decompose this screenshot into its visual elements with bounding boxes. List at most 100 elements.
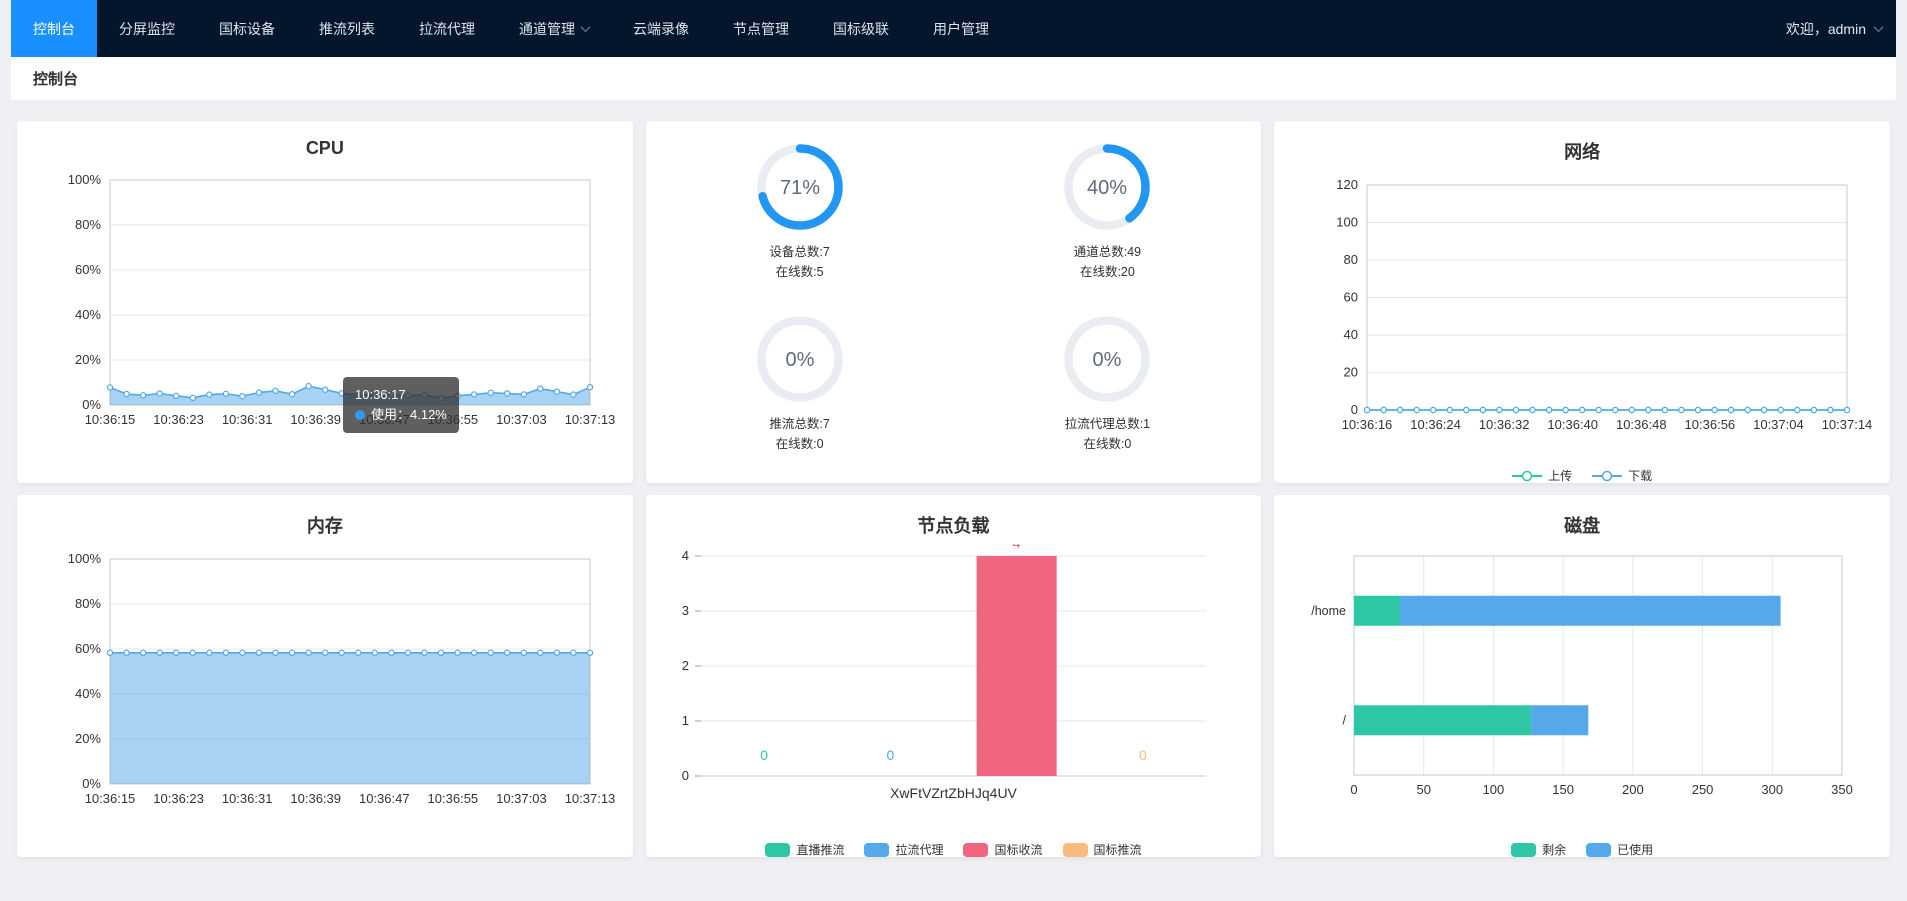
legend-item[interactable]: 下载 xyxy=(1592,467,1652,483)
nav-item-label: 推流列表 xyxy=(319,19,375,39)
svg-text:0: 0 xyxy=(887,747,895,763)
svg-text:10:36:31: 10:36:31 xyxy=(222,791,273,806)
svg-text:4: 4 xyxy=(682,548,689,563)
svg-text:60: 60 xyxy=(1344,290,1358,305)
cpu-title: CPU xyxy=(17,121,633,159)
svg-text:120: 120 xyxy=(1336,177,1358,192)
gauge-2: 40%通道总数:49在线数:20 xyxy=(953,133,1261,305)
nav-item-5[interactable]: 拉流代理 xyxy=(397,0,497,57)
cpu-chart[interactable]: 0%20%40%60%80%100%10:36:1510:36:2310:36:… xyxy=(25,165,625,460)
svg-text:100%: 100% xyxy=(68,172,102,187)
svg-text:10:36:40: 10:36:40 xyxy=(1548,417,1599,432)
page-title: 控制台 xyxy=(33,68,78,89)
legend-swatch-icon xyxy=(864,843,889,857)
svg-text:10:36:47: 10:36:47 xyxy=(359,791,410,806)
network-chart[interactable]: 02040608010012010:36:1610:36:2410:36:321… xyxy=(1282,170,1882,455)
svg-text:150: 150 xyxy=(1552,782,1574,797)
nav-item-10[interactable]: 用户管理 xyxy=(911,0,1011,57)
svg-text:0%: 0% xyxy=(1093,349,1122,371)
svg-text:100: 100 xyxy=(1336,215,1358,230)
disk-legend: 剩余 已使用 xyxy=(1274,841,1890,857)
legend-swatch-icon xyxy=(765,843,790,857)
disk-chart[interactable]: 050100150200250300350/home/ xyxy=(1282,544,1882,829)
gauge-caption: 拉流代理总数:1在线数:0 xyxy=(1065,414,1150,454)
gauge-3: 0% 推流总数:7在线数:0 xyxy=(646,305,954,477)
legend-item[interactable]: 国标收流 xyxy=(963,841,1042,857)
svg-text:10:36:47: 10:36:47 xyxy=(359,412,410,427)
gauge-caption-line: 在线数:0 xyxy=(769,434,829,454)
svg-text:40%: 40% xyxy=(75,686,101,701)
nav-item-label: 控制台 xyxy=(33,19,75,39)
nav-item-9[interactable]: 国标级联 xyxy=(811,0,911,57)
nav-item-label: 用户管理 xyxy=(933,19,989,39)
svg-text:20%: 20% xyxy=(75,731,101,746)
nav-item-6[interactable]: 通道管理 xyxy=(497,0,611,57)
nav-item-4[interactable]: 推流列表 xyxy=(297,0,397,57)
legend-swatch-icon xyxy=(963,843,988,857)
legend-label: 国标收流 xyxy=(994,841,1042,857)
svg-text:3: 3 xyxy=(682,603,689,618)
nav-item-8[interactable]: 节点管理 xyxy=(711,0,811,57)
svg-text:40%: 40% xyxy=(75,307,101,322)
gauge-grid: 71%设备总数:7在线数:540%通道总数:49在线数:20 0% 推流总数:7在线… xyxy=(646,121,1262,483)
svg-text:10:37:04: 10:37:04 xyxy=(1753,417,1804,432)
nav-item-2[interactable]: 分屏监控 xyxy=(97,0,197,57)
svg-text:71%: 71% xyxy=(780,177,820,199)
gauge-ring-icon: 0% xyxy=(1061,313,1153,405)
svg-text:60%: 60% xyxy=(75,641,101,656)
legend-item[interactable]: 上传 xyxy=(1512,467,1572,483)
svg-text:20%: 20% xyxy=(75,352,101,367)
nav-spacer xyxy=(1011,0,1772,57)
breadcrumb: 控制台 xyxy=(11,57,1896,100)
nav-item-label: 分屏监控 xyxy=(119,19,175,39)
legend-item[interactable]: 剩余 xyxy=(1511,841,1566,857)
legend-item[interactable]: 国标推流 xyxy=(1063,841,1142,857)
nodeload-panel: 节点负载 012340040XwFtVZrtZbHJq4UV 直播推流拉流代理国… xyxy=(646,495,1262,857)
svg-text:XwFtVZrtZbHJq4UV: XwFtVZrtZbHJq4UV xyxy=(891,785,1018,801)
legend-line-icon xyxy=(1592,469,1622,483)
nodeload-chart[interactable]: 012340040XwFtVZrtZbHJq4UV xyxy=(653,544,1253,829)
svg-text:10:36:15: 10:36:15 xyxy=(85,791,136,806)
legend-item[interactable]: 已使用 xyxy=(1586,841,1653,857)
legend-item[interactable]: 直播推流 xyxy=(765,841,844,857)
svg-text:10:36:55: 10:36:55 xyxy=(427,412,478,427)
svg-text:10:36:23: 10:36:23 xyxy=(153,791,204,806)
svg-text:60%: 60% xyxy=(75,262,101,277)
svg-text:10:36:56: 10:36:56 xyxy=(1685,417,1736,432)
svg-text:10:37:03: 10:37:03 xyxy=(496,791,547,806)
svg-text:10:36:24: 10:36:24 xyxy=(1410,417,1461,432)
legend-swatch-icon xyxy=(1586,843,1611,857)
svg-text:80%: 80% xyxy=(75,596,101,611)
nav-item-7[interactable]: 云端录像 xyxy=(611,0,711,57)
nav-item-3[interactable]: 国标设备 xyxy=(197,0,297,57)
svg-text:250: 250 xyxy=(1692,782,1714,797)
legend-label: 直播推流 xyxy=(796,841,844,857)
svg-text:100: 100 xyxy=(1483,782,1505,797)
user-menu[interactable]: 欢迎，admin xyxy=(1772,0,1896,57)
memory-title: 内存 xyxy=(17,495,633,538)
legend-label: 国标推流 xyxy=(1094,841,1142,857)
nav-item-1[interactable]: 控制台 xyxy=(11,0,97,57)
dashboard-grid: CPU 0%20%40%60%80%100%10:36:1510:36:2310… xyxy=(17,121,1890,857)
legend-item[interactable]: 拉流代理 xyxy=(864,841,943,857)
memory-chart[interactable]: 0%20%40%60%80%100%10:36:1510:36:2310:36:… xyxy=(25,544,625,839)
nodeload-legend: 直播推流 拉流代理 国标收流 国标推流 xyxy=(646,841,1262,857)
svg-text:10:37:03: 10:37:03 xyxy=(496,412,547,427)
svg-text:40%: 40% xyxy=(1087,177,1127,199)
top-navbar: 控制台分屏监控国标设备推流列表拉流代理通道管理云端录像节点管理国标级联用户管理 … xyxy=(11,0,1896,57)
legend-line-icon xyxy=(1512,469,1542,483)
network-title: 网络 xyxy=(1274,121,1890,164)
gauge-caption: 推流总数:7在线数:0 xyxy=(769,414,829,454)
chevron-down-icon xyxy=(581,22,591,32)
svg-text:0%: 0% xyxy=(785,349,814,371)
svg-text:0: 0 xyxy=(1351,402,1358,417)
svg-text:200: 200 xyxy=(1622,782,1644,797)
svg-text:10:36:31: 10:36:31 xyxy=(222,412,273,427)
svg-text:10:36:23: 10:36:23 xyxy=(153,412,204,427)
svg-text:0: 0 xyxy=(761,747,769,763)
svg-text:10:36:55: 10:36:55 xyxy=(427,791,478,806)
svg-text:0%: 0% xyxy=(82,776,101,791)
svg-text:2: 2 xyxy=(682,658,689,673)
gauge-1: 71%设备总数:7在线数:5 xyxy=(646,133,954,305)
gauge-ring-icon: 71% xyxy=(754,141,846,233)
